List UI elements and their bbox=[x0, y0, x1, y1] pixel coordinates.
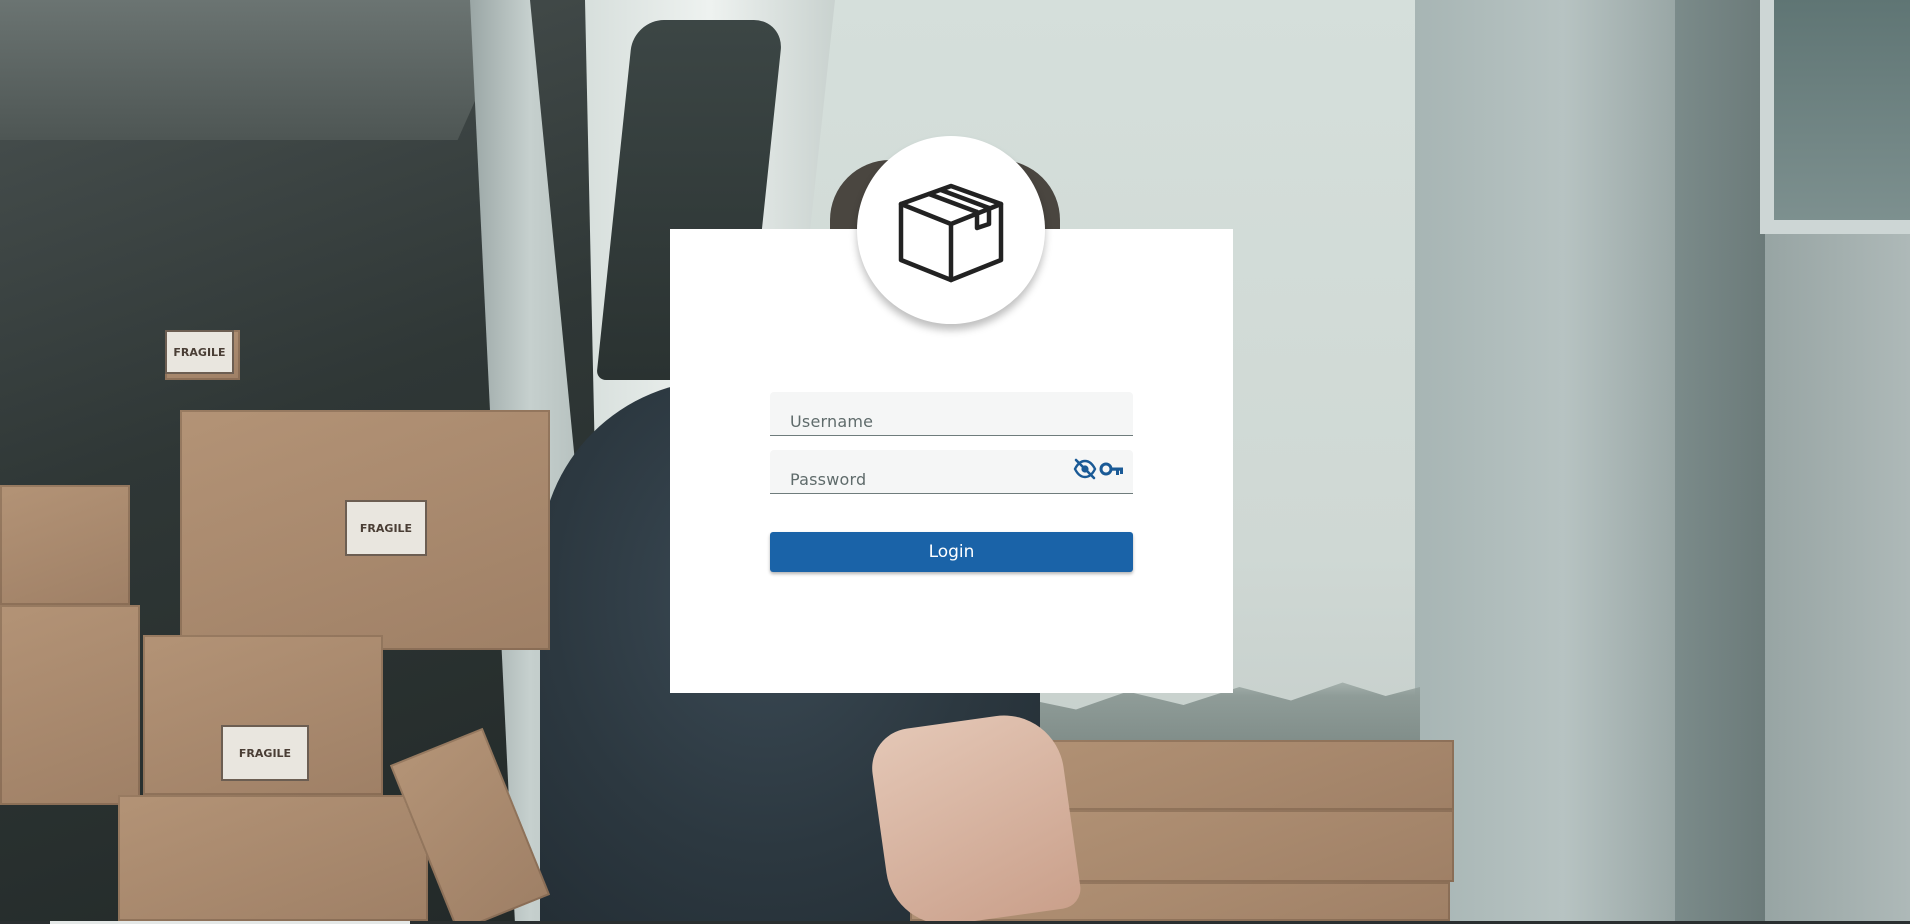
username-field[interactable]: Username bbox=[770, 392, 1133, 436]
password-icons bbox=[1073, 458, 1125, 480]
background-box: FRAGILE bbox=[165, 330, 240, 380]
background-box: FRAGILE bbox=[143, 635, 383, 795]
background-van-roof bbox=[0, 0, 520, 140]
username-input[interactable] bbox=[770, 392, 1133, 435]
background-box bbox=[118, 795, 428, 921]
background-fragile-label: FRAGILE bbox=[345, 500, 427, 556]
eye-off-icon[interactable] bbox=[1073, 458, 1097, 480]
background-box bbox=[0, 605, 140, 805]
background-building-pillar bbox=[1675, 0, 1765, 924]
login-button[interactable]: Login bbox=[770, 532, 1133, 572]
background-fragile-label: FRAGILE bbox=[165, 330, 234, 374]
key-icon bbox=[1099, 458, 1125, 480]
password-field[interactable]: Password bbox=[770, 450, 1133, 494]
login-page: FRAGILE FRAGILE FRAGILE Username Passwor… bbox=[0, 0, 1910, 924]
background-building-window bbox=[1760, 0, 1910, 234]
background-box: FRAGILE bbox=[180, 410, 550, 650]
background-fragile-label: FRAGILE bbox=[221, 725, 309, 781]
background-box bbox=[0, 485, 130, 605]
package-box-icon bbox=[889, 168, 1013, 292]
background-person-hand bbox=[867, 707, 1083, 924]
logo-badge bbox=[857, 136, 1045, 324]
